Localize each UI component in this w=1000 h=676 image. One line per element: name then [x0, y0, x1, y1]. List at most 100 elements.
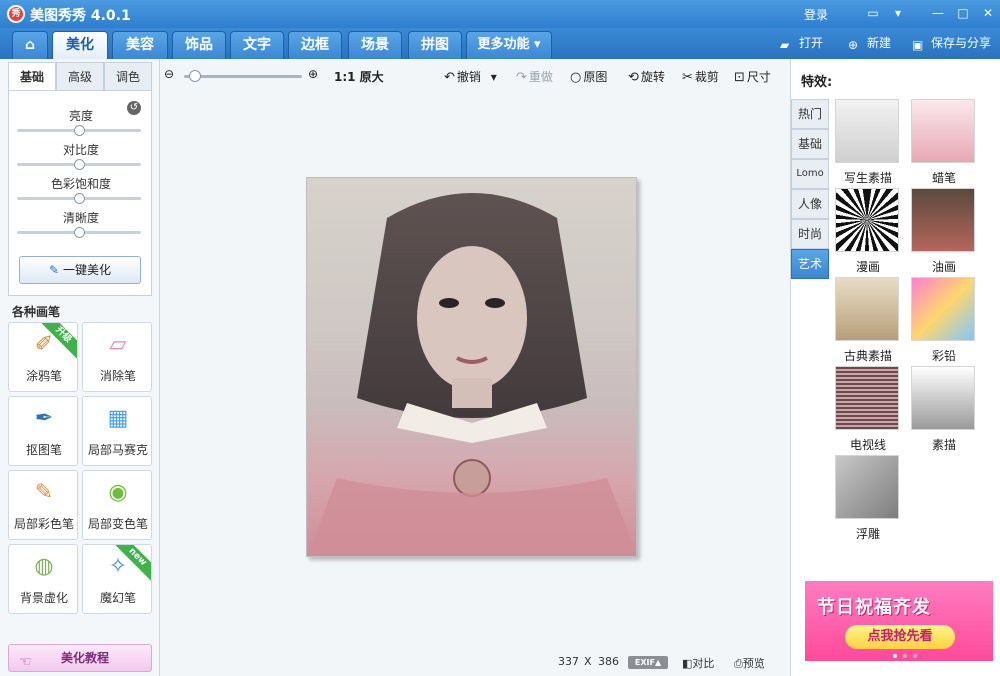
- zoom-slider[interactable]: [184, 70, 302, 82]
- redo-label: 重做: [528, 70, 553, 84]
- new-button[interactable]: ⊕ 新建: [848, 34, 891, 54]
- brush-local-color[interactable]: ✎ 局部彩色笔: [8, 470, 78, 540]
- zoom-knob[interactable]: [189, 70, 202, 82]
- category-hot[interactable]: 热门: [791, 99, 829, 129]
- ad-banner[interactable]: 节日祝福齐发 点我抢先看: [805, 581, 993, 661]
- minimize-icon[interactable]: —: [930, 5, 946, 21]
- category-portrait[interactable]: 人像: [791, 189, 829, 219]
- carousel-dot[interactable]: [893, 654, 897, 658]
- carousel-dot[interactable]: [913, 654, 917, 658]
- compare-icon: ◧: [682, 657, 693, 670]
- subtab-advanced[interactable]: 高级: [56, 62, 104, 90]
- undo-label: 撤销: [456, 70, 481, 84]
- effect-emboss[interactable]: 浮雕: [835, 455, 901, 542]
- circle-icon: ○: [570, 70, 582, 85]
- tab-collage[interactable]: 拼图: [408, 31, 462, 59]
- paint-bucket-icon: ◉: [108, 480, 128, 505]
- tab-beauty[interactable]: 美容: [112, 31, 168, 59]
- category-lomo[interactable]: Lomo: [791, 159, 829, 189]
- tab-border[interactable]: 边框: [288, 31, 342, 59]
- saturation-knob[interactable]: [73, 193, 85, 204]
- size-label: 尺寸: [746, 70, 771, 84]
- maximize-icon[interactable]: □: [955, 5, 971, 21]
- new-label: 新建: [867, 36, 892, 50]
- effect-pencil-sketch[interactable]: 素描: [911, 366, 977, 453]
- brightness-slider[interactable]: [17, 125, 141, 136]
- home-tab[interactable]: ⌂: [12, 31, 48, 59]
- feedback-icon[interactable]: ▭: [865, 5, 881, 21]
- saturation-slider[interactable]: [17, 193, 141, 204]
- brush-doodle[interactable]: ✐ 涂鸦笔 升级: [8, 322, 78, 392]
- save-share-button[interactable]: ▣ 保存与分享: [912, 34, 991, 54]
- category-art[interactable]: 艺术: [791, 249, 829, 279]
- edited-photo[interactable]: [306, 177, 637, 557]
- undo-button[interactable]: ↶ 撤销 ▾: [444, 68, 497, 85]
- home-icon: ⌂: [24, 37, 36, 53]
- rotate-button[interactable]: ⟲ 旋转: [628, 68, 665, 85]
- contrast-slider[interactable]: [17, 159, 141, 170]
- ad-cta-button[interactable]: 点我抢先看: [845, 625, 955, 649]
- carousel-dot[interactable]: [903, 654, 907, 658]
- contrast-knob[interactable]: [73, 159, 85, 170]
- image-height: 386: [598, 655, 619, 668]
- subtab-color[interactable]: 调色: [104, 62, 152, 90]
- tab-accessories[interactable]: 饰品: [172, 31, 226, 59]
- app-logo: 秀: [7, 5, 25, 23]
- brush-mosaic[interactable]: ▦ 局部马赛克: [82, 396, 152, 466]
- effect-crayon[interactable]: 蜡笔: [911, 99, 977, 186]
- category-basic[interactable]: 基础: [791, 129, 829, 159]
- exif-button[interactable]: EXIF▲: [628, 656, 668, 669]
- category-fashion[interactable]: 时尚: [791, 219, 829, 249]
- mosaic-icon: ▦: [107, 406, 129, 431]
- undo-icon: ↶: [444, 70, 455, 85]
- effect-thumbnail: [835, 366, 899, 430]
- tab-beautify[interactable]: 美化: [52, 31, 108, 59]
- effect-classic-sketch[interactable]: 古典素描: [835, 277, 901, 364]
- effect-tv-lines[interactable]: 电视线: [835, 366, 901, 453]
- title-bar: 秀 美图秀秀 4.0.1 登录 ▭ ▾ — □ ✕: [0, 0, 1000, 28]
- tab-more[interactable]: 更多功能 ▾: [466, 31, 552, 59]
- brush-label: 抠图笔: [25, 443, 62, 457]
- effect-comic[interactable]: 漫画: [835, 188, 901, 275]
- zoom-out-icon[interactable]: ⊖: [164, 67, 174, 81]
- effect-label: 漫画: [855, 260, 880, 274]
- effect-label: 蜡笔: [931, 171, 956, 185]
- zoom-in-icon[interactable]: ⊕: [308, 67, 318, 81]
- brush-label: 局部彩色笔: [13, 517, 74, 531]
- cutout-pen-icon: ✒: [34, 406, 54, 431]
- redo-button[interactable]: ↷ 重做: [516, 68, 553, 85]
- brush-label: 局部变色笔: [87, 517, 148, 531]
- tutorial-button[interactable]: ☜ 美化教程: [8, 644, 152, 672]
- brush-cutout[interactable]: ✒ 抠图笔: [8, 396, 78, 466]
- crop-button[interactable]: ✂ 裁剪: [682, 68, 719, 85]
- subtab-basic[interactable]: 基础: [8, 62, 56, 90]
- brush-background-blur[interactable]: ◍ 背景虚化: [8, 544, 78, 614]
- original-image-button[interactable]: ○ 原图: [570, 68, 607, 85]
- menu-icon[interactable]: ▾: [890, 5, 906, 21]
- original-size-button[interactable]: 1:1 原大: [334, 68, 384, 85]
- tab-text[interactable]: 文字: [230, 31, 284, 59]
- close-icon[interactable]: ✕: [980, 5, 996, 21]
- one-click-beautify-button[interactable]: ✎ 一键美化: [19, 256, 141, 284]
- dimension-separator: X: [584, 655, 592, 668]
- hand-icon: ☜: [19, 654, 32, 670]
- compare-button[interactable]: ◧对比: [682, 655, 714, 671]
- tab-scene[interactable]: 场景: [348, 31, 402, 59]
- open-button[interactable]: ▰ 打开: [780, 34, 823, 54]
- size-button[interactable]: ⊡ 尺寸: [734, 68, 771, 85]
- brush-local-recolor[interactable]: ◉ 局部变色笔: [82, 470, 152, 540]
- preview-button[interactable]: ⎙预览: [734, 655, 765, 671]
- brightness-knob[interactable]: [73, 125, 85, 136]
- effect-label: 油画: [931, 260, 956, 274]
- sharpness-slider[interactable]: [17, 227, 141, 238]
- brush-magic[interactable]: ✧ 魔幻笔 new: [82, 544, 152, 614]
- adjust-panel: ↺ 亮度 对比度 色彩饱和度 清晰度 ✎ 一键美化: [8, 90, 152, 296]
- brush-eraser[interactable]: ▱ 消除笔: [82, 322, 152, 392]
- effect-oil-painting[interactable]: 油画: [911, 188, 977, 275]
- effect-sketch-life[interactable]: 写生素描: [835, 99, 901, 186]
- effect-colored-pencil[interactable]: 彩铅: [911, 277, 977, 364]
- tutorial-label: 美化教程: [61, 651, 110, 665]
- login-link[interactable]: 登录: [804, 6, 828, 23]
- undo-dropdown-icon[interactable]: ▾: [491, 70, 497, 84]
- sharpness-knob[interactable]: [73, 227, 85, 238]
